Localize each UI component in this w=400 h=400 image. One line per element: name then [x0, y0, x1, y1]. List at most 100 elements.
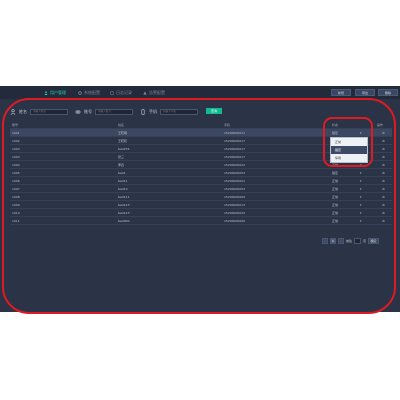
cell-action[interactable]: ⚙: [375, 168, 392, 177]
cell-status: 锁定: [330, 128, 360, 137]
delete-button[interactable]: 删除: [378, 89, 398, 96]
cell-phone: 15200000043: [222, 208, 330, 217]
status-caret-icon[interactable]: ▾: [360, 216, 375, 225]
cell-action[interactable]: ⚙: [375, 144, 392, 153]
cell-action[interactable]: ⚙: [375, 160, 392, 169]
cell-status: 正常: [330, 184, 360, 193]
cell-action[interactable]: ⚙: [375, 152, 392, 161]
cell-account: 1010: [10, 208, 116, 217]
cell-name: test10: [116, 184, 222, 193]
table-header-row: 账号 姓名 手机 状态 操作: [10, 121, 392, 129]
pagination: ‹ 1 › 前往 页 确定: [322, 238, 380, 244]
tab-label: 告警配置: [149, 89, 165, 95]
cell-name: 王晓晓: [116, 136, 222, 145]
cell-account: 1008: [10, 192, 116, 201]
add-button[interactable]: 新增: [331, 89, 351, 96]
cell-name: 张三: [116, 152, 222, 161]
cell-account: 1003: [10, 152, 116, 161]
cell-account: 1009: [10, 200, 116, 209]
cell-action[interactable]: ⚙: [375, 200, 392, 209]
user-icon: [44, 90, 48, 95]
cell-name: 王晓明: [116, 128, 222, 137]
tab-system-config[interactable]: 系统配置: [78, 86, 100, 99]
cell-action[interactable]: ⚙: [375, 136, 392, 145]
table-row[interactable]: 1001 王晓明 15200000017 锁定 ▾ ⚙: [10, 128, 392, 137]
status-dropdown: 正常 锁定 停用: [330, 137, 368, 163]
page-unit-label: 页: [363, 239, 367, 243]
cell-action[interactable]: ⚙: [375, 128, 392, 137]
cell-name: test1: [116, 168, 222, 177]
top-navigation-bar: 用户管理 系统配置 日志记录 告警配置 新增 导出 删除: [0, 86, 400, 100]
status-caret-icon[interactable]: ▾: [360, 200, 375, 209]
cell-phone: 15200000001: [222, 176, 330, 185]
table-row[interactable]: 1008 test111 15200000009 正常 ▾ ⚙: [10, 192, 392, 201]
status-caret-icon[interactable]: ▾: [360, 176, 375, 185]
cell-name: test123: [116, 200, 222, 209]
dropdown-option[interactable]: 正常: [331, 138, 367, 146]
prev-page-button[interactable]: ‹: [322, 238, 328, 244]
account-filter-label: 账号: [84, 108, 92, 114]
cell-status: 正常: [330, 200, 360, 209]
name-input[interactable]: [30, 108, 68, 115]
header-action: 操作: [375, 121, 392, 129]
cell-name: test234: [116, 144, 222, 153]
cell-account: 1006: [10, 176, 116, 185]
goto-page-input[interactable]: [354, 238, 362, 244]
status-caret-icon[interactable]: ▾: [360, 208, 375, 217]
cell-phone: 15200000017: [222, 144, 330, 153]
table-row[interactable]: 1011 test000 15200000000 正常 ▾ ⚙: [10, 216, 392, 225]
header-status: 状态: [330, 121, 360, 129]
header-phone: 手机: [222, 121, 330, 129]
tab-logs[interactable]: 日志记录: [110, 86, 132, 99]
cell-action[interactable]: ⚙: [375, 184, 392, 193]
dropdown-option[interactable]: 锁定: [331, 146, 367, 154]
account-input[interactable]: [95, 108, 133, 115]
phone-filter: 手机: [140, 108, 198, 115]
goto-label: 前往: [346, 239, 353, 243]
tab-alerts[interactable]: 告警配置: [143, 86, 165, 99]
name-filter-label: 姓名: [19, 108, 27, 114]
header-name: 姓名: [116, 121, 222, 129]
tab-user-management[interactable]: 用户管理: [44, 86, 66, 99]
link-icon: [75, 110, 81, 113]
phone-input[interactable]: [160, 108, 198, 115]
cell-phone: 15200000003: [222, 168, 330, 177]
cell-name: test123: [116, 208, 222, 217]
table-row[interactable]: 1005 test1 15200000003 锁定 ▾ ⚙: [10, 168, 392, 177]
status-caret-icon[interactable]: ▾: [360, 192, 375, 201]
tab-label: 系统配置: [84, 89, 100, 95]
phone-icon: [141, 108, 145, 115]
gear-icon: [78, 90, 82, 95]
page-number[interactable]: 1: [330, 238, 336, 244]
tab-label: 日志记录: [116, 89, 132, 95]
cell-action[interactable]: ⚙: [375, 192, 392, 201]
cell-action[interactable]: ⚙: [375, 216, 392, 225]
account-filter: 账号: [75, 108, 133, 115]
query-button[interactable]: 查询: [206, 108, 222, 114]
next-page-button[interactable]: ›: [338, 238, 344, 244]
person-icon: [10, 108, 16, 115]
alert-icon: [143, 90, 147, 95]
cell-phone: 15200000009: [222, 192, 330, 201]
cell-status: 正常: [330, 216, 360, 225]
cell-status: 锁定: [330, 168, 360, 177]
cell-action[interactable]: ⚙: [375, 208, 392, 217]
status-caret-icon[interactable]: ▾: [360, 184, 375, 193]
header-account: 账号: [10, 121, 116, 129]
export-button[interactable]: 导出: [355, 89, 375, 96]
cell-phone: 15200000017: [222, 152, 330, 161]
table-row[interactable]: 1006 test11 15200000001 正常 ▾ ⚙: [10, 176, 392, 185]
dropdown-option[interactable]: 停用: [331, 154, 367, 162]
cell-account: 1003: [10, 144, 116, 153]
table-row[interactable]: 1010 test123 15200000043 正常 ▾ ⚙: [10, 208, 392, 217]
table-row[interactable]: 1007 test10 15200000003 正常 ▾ ⚙: [10, 184, 392, 193]
status-caret-icon[interactable]: ▾: [360, 128, 375, 137]
cell-action[interactable]: ⚙: [375, 176, 392, 185]
status-caret-icon[interactable]: ▾: [360, 168, 375, 177]
goto-confirm-button[interactable]: 确定: [368, 238, 380, 244]
table-row[interactable]: 1009 test123 15200000013 正常 ▾ ⚙: [10, 200, 392, 209]
cell-phone: 15200000017: [222, 136, 330, 145]
cell-name: 李四: [116, 160, 222, 169]
cell-phone: 15200000003: [222, 184, 330, 193]
cell-account: 1007: [10, 184, 116, 193]
